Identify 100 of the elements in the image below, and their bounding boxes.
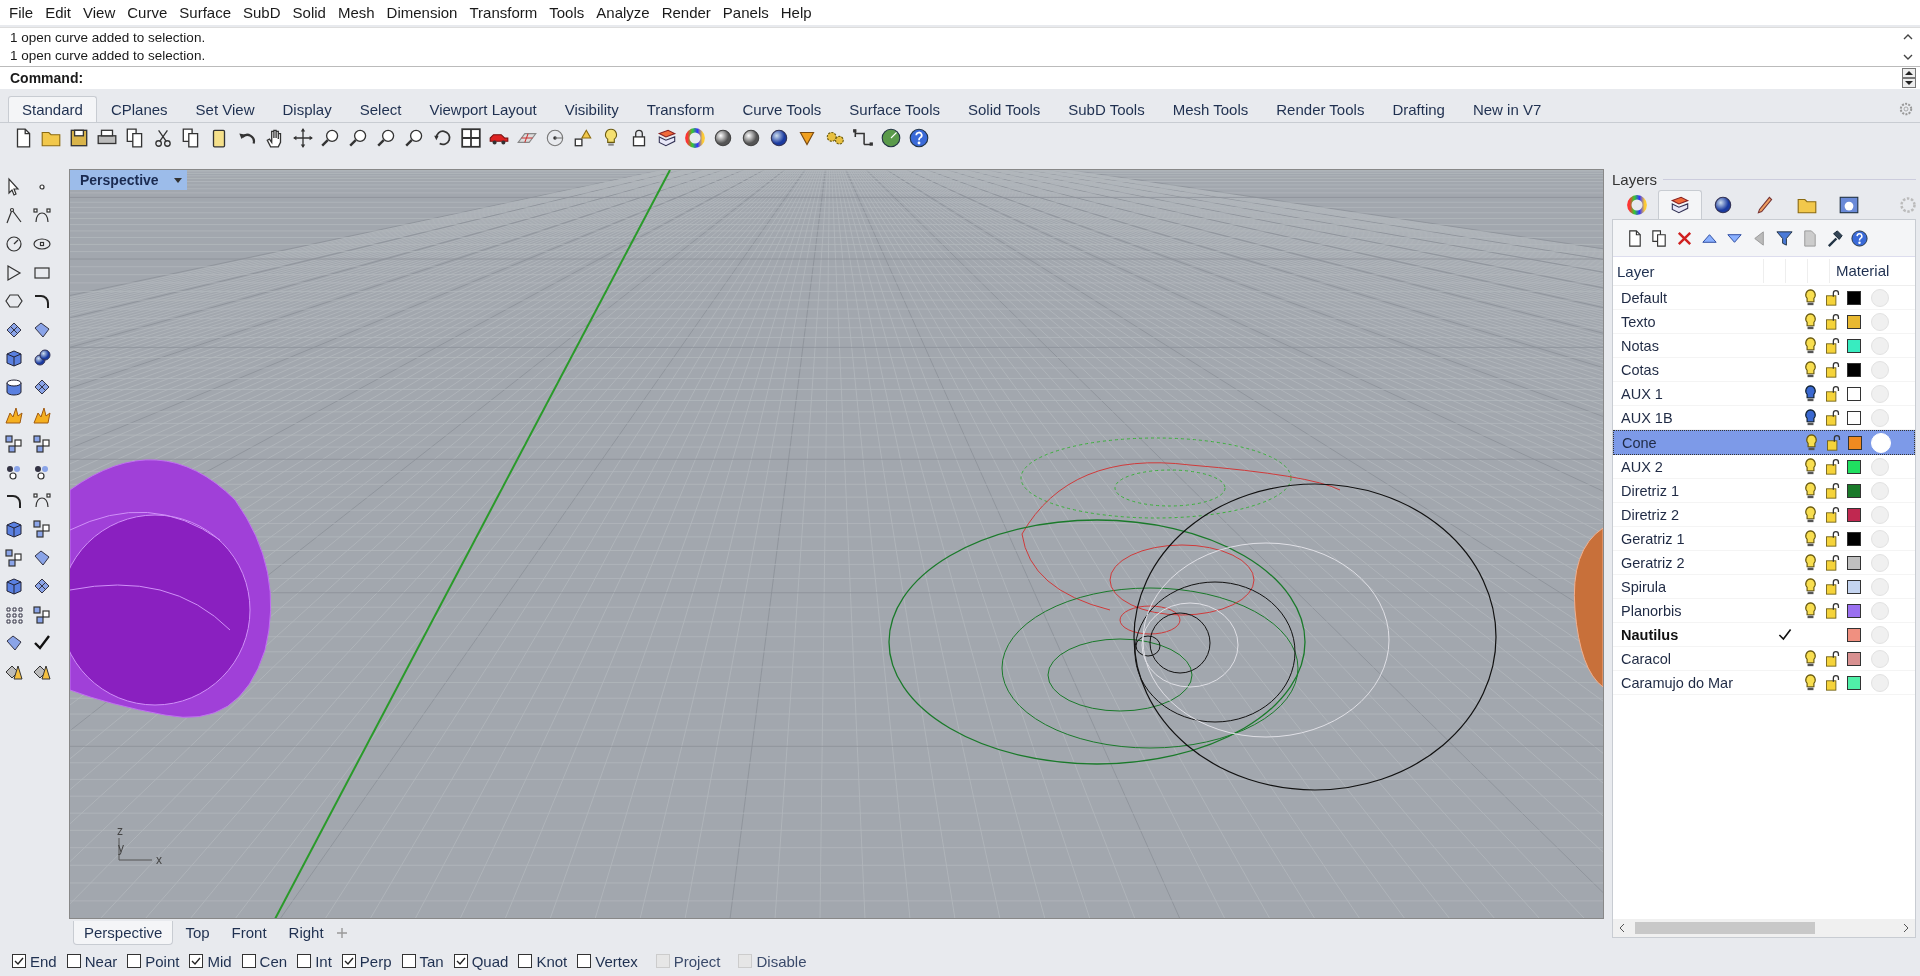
checkmark-icon[interactable]	[1777, 626, 1793, 643]
snap-checkbox[interactable]: Knot	[518, 952, 568, 970]
layer-row[interactable]: Planorbis	[1613, 599, 1915, 623]
menu-item[interactable]: Solid	[286, 4, 332, 21]
caret-icon[interactable]	[172, 175, 183, 185]
padlock-icon[interactable]	[1823, 529, 1841, 548]
column-header[interactable]: Layer	[1613, 262, 1763, 280]
shapes-icon[interactable]	[572, 127, 594, 149]
scroll-left-icon[interactable]	[1617, 923, 1627, 933]
shaded-sphere-icon[interactable]	[712, 127, 734, 149]
layer-row[interactable]: Caracol	[1613, 647, 1915, 671]
layer-row[interactable]: Diretriz 1	[1613, 479, 1915, 503]
padlock-icon[interactable]	[1823, 505, 1841, 524]
padlock-icon[interactable]	[1823, 384, 1841, 403]
help-icon[interactable]	[1850, 228, 1869, 248]
surface-icon[interactable]	[4, 633, 24, 653]
move-arrows-icon[interactable]	[292, 127, 314, 149]
menu-item[interactable]: Help	[774, 4, 818, 21]
layer-color-swatch[interactable]	[1847, 507, 1861, 522]
blocks-icon[interactable]	[32, 604, 52, 625]
circle-dot-icon[interactable]	[544, 127, 566, 149]
checkbox-icon[interactable]	[297, 954, 312, 968]
menu-item[interactable]: SubD	[237, 4, 287, 21]
burst-icon[interactable]	[4, 405, 24, 425]
toolbar-tab[interactable]: SubD Tools	[1054, 96, 1159, 122]
layer-color-swatch[interactable]	[1847, 362, 1861, 377]
toolbar-tab[interactable]: Solid Tools	[953, 96, 1055, 122]
padlock-icon[interactable]	[1823, 336, 1841, 355]
padlock-icon[interactable]	[1823, 312, 1841, 331]
menu-item[interactable]: Panels	[716, 4, 775, 21]
blocks-icon[interactable]	[32, 433, 52, 454]
toolbar-tab[interactable]: Render Tools	[1262, 96, 1379, 122]
padlock-icon[interactable]	[1824, 433, 1842, 452]
menu-item[interactable]: Edit	[39, 4, 78, 21]
layer-row[interactable]: Geratriz 2	[1613, 551, 1915, 575]
padlock-icon[interactable]	[1823, 577, 1841, 596]
viewport-tab[interactable]: Perspective	[73, 920, 174, 945]
checkbox-icon[interactable]	[189, 954, 204, 968]
cube-icon[interactable]	[4, 348, 24, 368]
snap-checkbox[interactable]: Near	[66, 952, 118, 970]
blocks-icon[interactable]	[32, 519, 52, 539]
layer-color-swatch[interactable]	[1847, 459, 1861, 474]
layer-row[interactable]: Diretriz 2	[1613, 503, 1915, 527]
snap-checkbox[interactable]: Vertex	[577, 952, 638, 970]
padlock-icon[interactable]	[1823, 288, 1841, 307]
layer-color-swatch[interactable]	[1847, 338, 1861, 353]
snap-checkbox[interactable]: Tan	[401, 952, 444, 970]
funnel-icon[interactable]	[1775, 228, 1794, 248]
toolbar-tab[interactable]: Drafting	[1378, 96, 1459, 122]
layer-row[interactable]: Notas	[1613, 334, 1915, 358]
scissors-icon[interactable]	[152, 127, 174, 149]
snap-checkbox[interactable]: Int	[297, 952, 332, 970]
menu-item[interactable]: Tools	[543, 4, 591, 21]
layer-color-swatch[interactable]	[1847, 290, 1861, 305]
toolbar-tab[interactable]: Set View	[181, 96, 269, 122]
menu-item[interactable]: Surface	[173, 4, 237, 21]
layer-row[interactable]: AUX 1	[1613, 382, 1915, 406]
spinner-icon[interactable]	[1902, 68, 1916, 88]
layer-row[interactable]: Cotas	[1613, 358, 1915, 382]
snap-checkbox[interactable]: Point	[127, 952, 180, 970]
blocks-icon[interactable]	[4, 547, 24, 568]
menu-item[interactable]: File	[3, 4, 40, 21]
layer-color-swatch[interactable]	[1848, 435, 1862, 450]
command-field[interactable]: Command:	[0, 66, 1920, 89]
layer-color-swatch[interactable]	[1847, 627, 1861, 642]
menu-item[interactable]: Render	[655, 4, 717, 21]
burst-icon[interactable]	[32, 405, 52, 425]
dot-grid-icon[interactable]	[4, 604, 24, 625]
layers-icon[interactable]	[656, 127, 678, 149]
checkbox-icon[interactable]	[127, 954, 142, 968]
toolbar-tab[interactable]: Surface Tools	[835, 96, 954, 122]
layer-color-swatch[interactable]	[1847, 603, 1861, 618]
cylinder-icon[interactable]	[4, 376, 24, 397]
padlock-icon[interactable]	[1823, 553, 1841, 572]
menu-item[interactable]: View	[77, 4, 122, 21]
pages-icon[interactable]	[1650, 228, 1669, 248]
toolbar-tab[interactable]: New in V7	[1458, 96, 1556, 122]
toolbar-tab[interactable]: CPlanes	[96, 96, 182, 122]
snap-checkbox[interactable]: Perp	[341, 952, 392, 970]
padlock-icon[interactable]	[1823, 673, 1841, 692]
cube-icon[interactable]	[4, 519, 24, 539]
layer-color-swatch[interactable]	[1847, 675, 1861, 690]
layer-row[interactable]: Texto	[1613, 310, 1915, 334]
snap-checkbox[interactable]: Mid	[189, 952, 232, 970]
checkbox-icon[interactable]	[453, 954, 468, 968]
layer-color-swatch[interactable]	[1847, 386, 1861, 401]
four-panes-icon[interactable]	[460, 127, 482, 149]
checkbox-icon[interactable]	[241, 954, 256, 968]
layer-row[interactable]: Default	[1613, 286, 1915, 310]
menu-item[interactable]: Transform	[463, 4, 544, 21]
snap-checkbox[interactable]: Cen	[241, 952, 288, 970]
layer-color-swatch[interactable]	[1847, 579, 1861, 594]
toolbar-tab[interactable]: Mesh Tools	[1158, 96, 1263, 122]
viewport-tab[interactable]: Right	[278, 921, 334, 944]
padlock-icon[interactable]	[1823, 481, 1841, 500]
sphere-icon[interactable]	[768, 127, 790, 149]
column-header[interactable]: Material	[1829, 259, 1890, 283]
padlock-icon[interactable]	[1823, 408, 1841, 427]
panel-tab[interactable]	[1658, 190, 1702, 219]
layer-row[interactable]: Nautilus	[1613, 623, 1915, 647]
